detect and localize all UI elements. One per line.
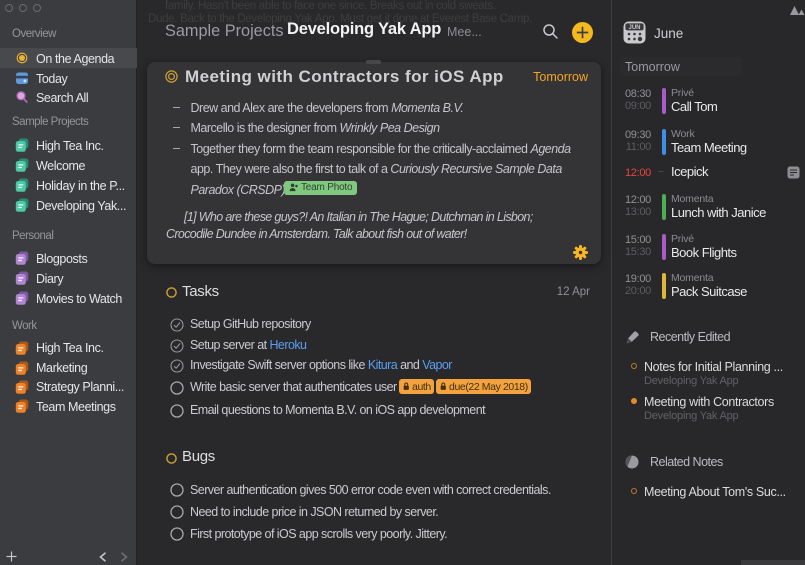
svg-text:JUN: JUN [628, 25, 640, 31]
